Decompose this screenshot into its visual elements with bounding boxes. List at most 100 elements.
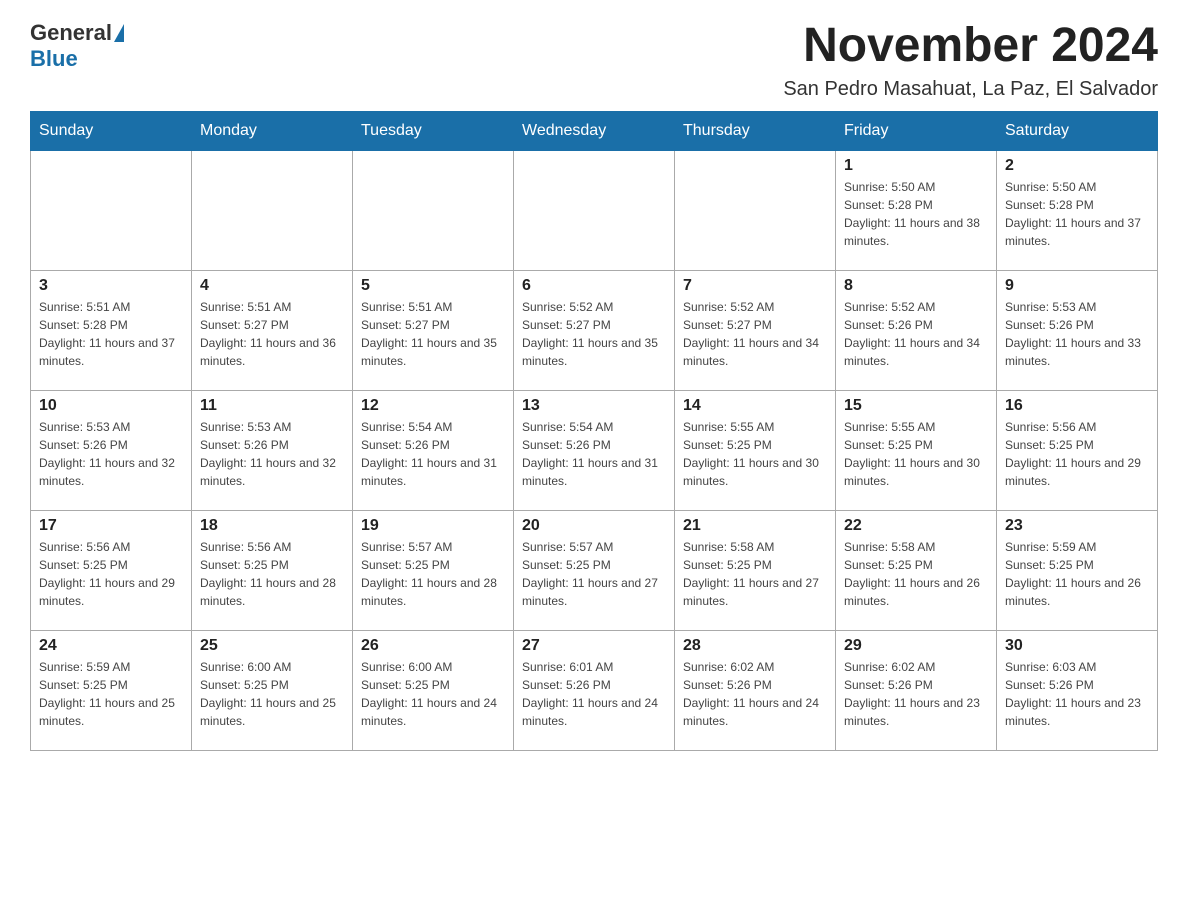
day-number: 17 [39,517,183,535]
day-info: Sunrise: 6:03 AM Sunset: 5:26 PM Dayligh… [1005,658,1149,730]
day-number: 4 [200,277,344,295]
day-info: Sunrise: 5:55 AM Sunset: 5:25 PM Dayligh… [683,418,827,490]
day-info: Sunrise: 5:52 AM Sunset: 5:27 PM Dayligh… [522,298,666,370]
calendar-cell: 30 Sunrise: 6:03 AM Sunset: 5:26 PM Dayli… [997,630,1158,750]
day-number: 6 [522,277,666,295]
day-info: Sunrise: 6:01 AM Sunset: 5:26 PM Dayligh… [522,658,666,730]
calendar-cell: 18 Sunrise: 5:56 AM Sunset: 5:25 PM Dayli… [192,510,353,630]
weekday-header-wednesday: Wednesday [514,111,675,150]
calendar-cell: 8 Sunrise: 5:52 AM Sunset: 5:26 PM Daylig… [836,270,997,390]
day-info: Sunrise: 5:54 AM Sunset: 5:26 PM Dayligh… [522,418,666,490]
day-info: Sunrise: 5:50 AM Sunset: 5:28 PM Dayligh… [1005,178,1149,250]
day-number: 13 [522,397,666,415]
day-info: Sunrise: 5:59 AM Sunset: 5:25 PM Dayligh… [1005,538,1149,610]
day-number: 15 [844,397,988,415]
day-info: Sunrise: 5:59 AM Sunset: 5:25 PM Dayligh… [39,658,183,730]
calendar-cell: 13 Sunrise: 5:54 AM Sunset: 5:26 PM Dayli… [514,390,675,510]
day-number: 22 [844,517,988,535]
weekday-header-monday: Monday [192,111,353,150]
day-info: Sunrise: 5:55 AM Sunset: 5:25 PM Dayligh… [844,418,988,490]
calendar-cell: 1 Sunrise: 5:50 AM Sunset: 5:28 PM Daylig… [836,150,997,270]
calendar-cell: 9 Sunrise: 5:53 AM Sunset: 5:26 PM Daylig… [997,270,1158,390]
day-info: Sunrise: 5:56 AM Sunset: 5:25 PM Dayligh… [1005,418,1149,490]
day-number: 27 [522,637,666,655]
calendar-cell [675,150,836,270]
calendar-cell [514,150,675,270]
day-number: 16 [1005,397,1149,415]
subtitle: San Pedro Masahuat, La Paz, El Salvador [783,78,1158,101]
day-info: Sunrise: 5:52 AM Sunset: 5:27 PM Dayligh… [683,298,827,370]
day-info: Sunrise: 6:00 AM Sunset: 5:25 PM Dayligh… [361,658,505,730]
logo-general-text: General [30,20,112,46]
day-number: 19 [361,517,505,535]
day-info: Sunrise: 5:51 AM Sunset: 5:28 PM Dayligh… [39,298,183,370]
day-number: 18 [200,517,344,535]
weekday-header-tuesday: Tuesday [353,111,514,150]
calendar-cell: 7 Sunrise: 5:52 AM Sunset: 5:27 PM Daylig… [675,270,836,390]
calendar-cell: 14Sunrise: 5:55 AM Sunset: 5:25 PM Dayli… [675,390,836,510]
calendar-cell: 2Sunrise: 5:50 AM Sunset: 5:28 PM Daylig… [997,150,1158,270]
logo-triangle-icon [114,24,124,42]
calendar-cell: 27 Sunrise: 6:01 AM Sunset: 5:26 PM Dayli… [514,630,675,750]
day-info: Sunrise: 5:56 AM Sunset: 5:25 PM Dayligh… [200,538,344,610]
calendar-week-row: 3 Sunrise: 5:51 AM Sunset: 5:28 PM Daylig… [31,270,1158,390]
calendar-cell: 15 Sunrise: 5:55 AM Sunset: 5:25 PM Dayli… [836,390,997,510]
day-number: 28 [683,637,827,655]
calendar-week-row: 24 Sunrise: 5:59 AM Sunset: 5:25 PM Dayli… [31,630,1158,750]
calendar-cell: 22 Sunrise: 5:58 AM Sunset: 5:25 PM Dayli… [836,510,997,630]
day-info: Sunrise: 5:54 AM Sunset: 5:26 PM Dayligh… [361,418,505,490]
calendar-cell: 28 Sunrise: 6:02 AM Sunset: 5:26 PM Dayli… [675,630,836,750]
day-info: Sunrise: 5:51 AM Sunset: 5:27 PM Dayligh… [200,298,344,370]
day-number: 9 [1005,277,1149,295]
calendar-cell [353,150,514,270]
weekday-header-thursday: Thursday [675,111,836,150]
calendar-cell: 25Sunrise: 6:00 AM Sunset: 5:25 PM Dayli… [192,630,353,750]
calendar-cell: 17 Sunrise: 5:56 AM Sunset: 5:25 PM Dayli… [31,510,192,630]
calendar-header: SundayMondayTuesdayWednesdayThursdayFrid… [31,111,1158,150]
calendar-cell: 23Sunrise: 5:59 AM Sunset: 5:25 PM Dayli… [997,510,1158,630]
title-block: November 2024 San Pedro Masahuat, La Paz… [783,20,1158,101]
day-number: 11 [200,397,344,415]
logo-blue-text: Blue [30,46,78,71]
calendar-cell: 3 Sunrise: 5:51 AM Sunset: 5:28 PM Daylig… [31,270,192,390]
day-info: Sunrise: 5:53 AM Sunset: 5:26 PM Dayligh… [1005,298,1149,370]
day-info: Sunrise: 5:58 AM Sunset: 5:25 PM Dayligh… [844,538,988,610]
calendar-cell: 29Sunrise: 6:02 AM Sunset: 5:26 PM Dayli… [836,630,997,750]
calendar-cell: 19 Sunrise: 5:57 AM Sunset: 5:25 PM Dayli… [353,510,514,630]
weekday-header-row: SundayMondayTuesdayWednesdayThursdayFrid… [31,111,1158,150]
day-number: 30 [1005,637,1149,655]
calendar-cell [192,150,353,270]
day-info: Sunrise: 6:02 AM Sunset: 5:26 PM Dayligh… [683,658,827,730]
day-number: 10 [39,397,183,415]
calendar-cell: 11 Sunrise: 5:53 AM Sunset: 5:26 PM Dayli… [192,390,353,510]
day-info: Sunrise: 5:57 AM Sunset: 5:25 PM Dayligh… [361,538,505,610]
day-info: Sunrise: 5:52 AM Sunset: 5:26 PM Dayligh… [844,298,988,370]
day-number: 7 [683,277,827,295]
day-number: 8 [844,277,988,295]
day-number: 24 [39,637,183,655]
page-title: November 2024 [783,20,1158,73]
weekday-header-sunday: Sunday [31,111,192,150]
day-number: 29 [844,637,988,655]
calendar-cell: 4 Sunrise: 5:51 AM Sunset: 5:27 PM Daylig… [192,270,353,390]
day-info: Sunrise: 5:50 AM Sunset: 5:28 PM Dayligh… [844,178,988,250]
calendar-week-row: 1 Sunrise: 5:50 AM Sunset: 5:28 PM Daylig… [31,150,1158,270]
day-info: Sunrise: 5:53 AM Sunset: 5:26 PM Dayligh… [200,418,344,490]
calendar-cell: 16 Sunrise: 5:56 AM Sunset: 5:25 PM Dayli… [997,390,1158,510]
day-info: Sunrise: 5:53 AM Sunset: 5:26 PM Dayligh… [39,418,183,490]
calendar-cell: 6 Sunrise: 5:52 AM Sunset: 5:27 PM Daylig… [514,270,675,390]
day-number: 5 [361,277,505,295]
day-number: 12 [361,397,505,415]
day-number: 25 [200,637,344,655]
day-number: 3 [39,277,183,295]
calendar-cell [31,150,192,270]
calendar-table: SundayMondayTuesdayWednesdayThursdayFrid… [30,111,1158,751]
calendar-cell: 12 Sunrise: 5:54 AM Sunset: 5:26 PM Dayli… [353,390,514,510]
calendar-cell: 24 Sunrise: 5:59 AM Sunset: 5:25 PM Dayli… [31,630,192,750]
weekday-header-saturday: Saturday [997,111,1158,150]
logo: General Blue [30,20,126,72]
calendar-cell: 10 Sunrise: 5:53 AM Sunset: 5:26 PM Dayli… [31,390,192,510]
day-info: Sunrise: 5:56 AM Sunset: 5:25 PM Dayligh… [39,538,183,610]
day-number: 1 [844,157,988,175]
calendar-week-row: 10 Sunrise: 5:53 AM Sunset: 5:26 PM Dayli… [31,390,1158,510]
